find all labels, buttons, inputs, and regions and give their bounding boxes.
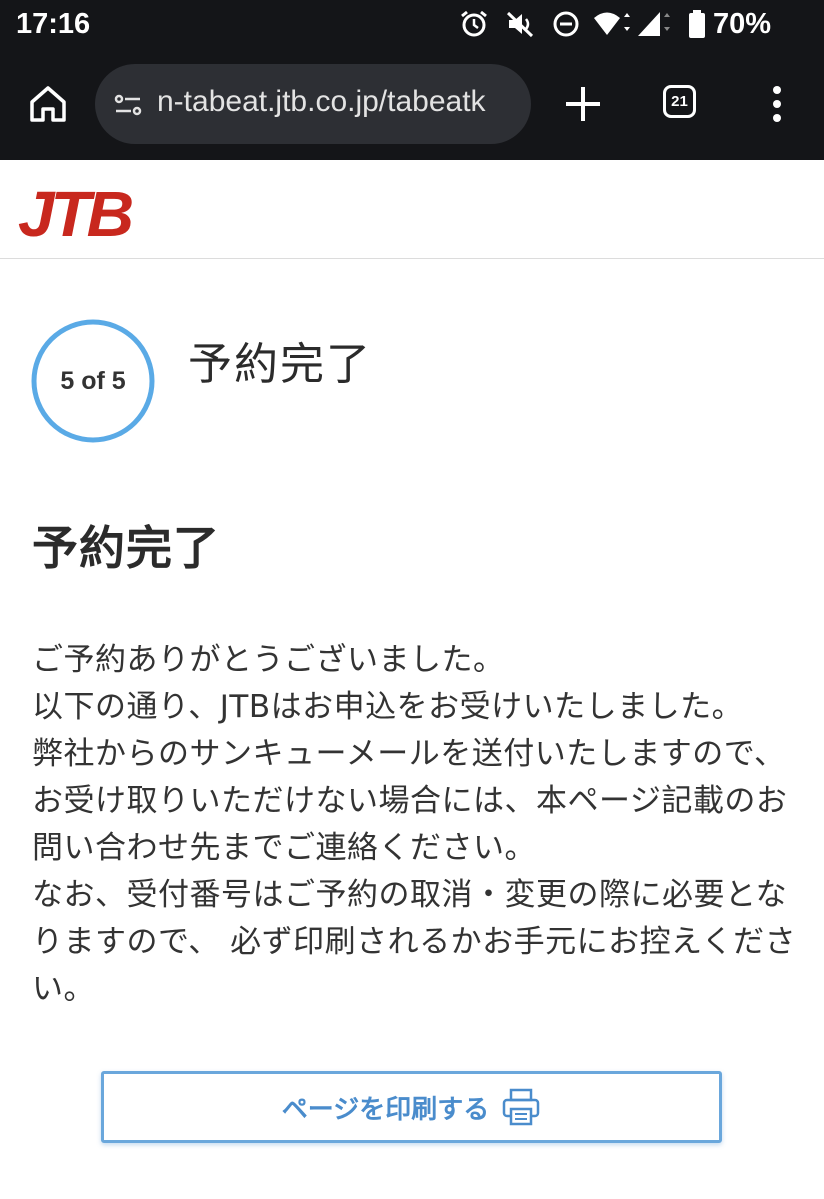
jtb-logo[interactable]: JTB [18,174,132,244]
page-heading: 予約完了 [32,521,220,575]
message-line: りますので、 必ず印刷されるかお手元にお控えくださ [32,924,797,960]
plus-icon[interactable] [562,83,604,125]
confirmation-message: ご予約ありがとうございました。 以下の通り、JTBはお申込をお受けいたしました。… [32,637,802,1013]
site-info-icon[interactable] [113,90,143,120]
message-line: 弊社からのサンキューメールを送付いたしますので、 [32,736,786,772]
svg-text:JTB: JTB [18,178,132,244]
printer-icon [502,1088,540,1126]
wifi-icon [594,12,630,35]
step-counter: 5 of 5 [60,366,126,395]
more-vert-icon[interactable] [764,82,790,126]
alarm-icon [461,10,487,37]
address-bar[interactable]: n-tabeat.jtb.co.jp/tabeatk [95,64,531,144]
status-time: 17:16 [16,8,91,40]
print-button-label: ページを印刷する [281,1094,490,1125]
message-line: い。 [32,971,95,1007]
browser-toolbar: n-tabeat.jtb.co.jp/tabeatk 21 [0,52,824,160]
home-icon[interactable] [26,82,70,126]
battery-percentage: 70% [713,8,772,40]
do-not-disturb-icon [553,11,579,37]
message-line: 問い合わせ先までご連絡ください。 [32,830,536,866]
print-page-button[interactable]: ページを印刷する [101,1071,722,1143]
site-header: JTB [0,160,824,259]
tab-switcher-button[interactable]: 21 [663,85,696,118]
status-bar: 17:16 70% [0,0,824,52]
tab-count: 21 [671,93,688,110]
message-line: ご予約ありがとうございました。 [32,642,505,678]
message-line: なお、受付番号はご予約の取消・変更の際に必要とな [32,877,788,913]
message-line: お受け取りいただけない場合には、本ページ記載のお [32,783,788,819]
signal-icon [638,12,670,36]
step-title: 予約完了 [188,339,372,390]
url-text: n-tabeat.jtb.co.jp/tabeatk [157,85,486,118]
mute-icon [506,11,534,38]
message-line: 以下の通り、JTBはお申込をお受けいたしました。 [32,689,744,725]
battery-icon [689,10,705,38]
